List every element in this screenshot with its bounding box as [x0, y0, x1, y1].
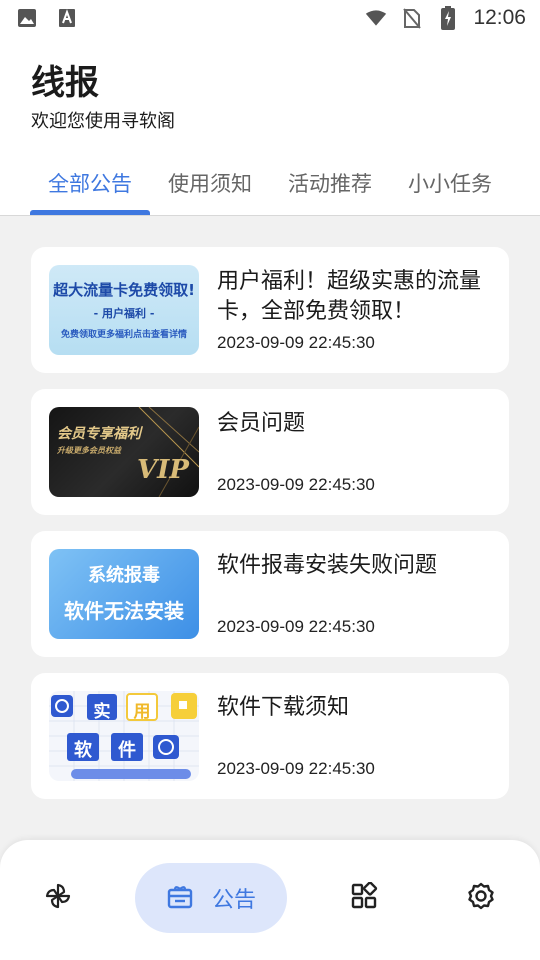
notice-date: 2023-09-09 22:45:30 [217, 475, 375, 494]
notice-title: 软件下载须知 [217, 695, 350, 720]
notice-title: 用户福利！超级实惠的流量卡，全部免费领取！ [217, 269, 482, 324]
no-sim-icon [401, 7, 423, 29]
nav-apps[interactable] [334, 863, 394, 933]
notice-card[interactable]: 系统报毒 软件无法安装 软件报毒安装失败问题 2023-09-09 22:45:… [31, 531, 509, 657]
tab-bar: 全部公告 使用须知 活动推荐 小小任务 [0, 160, 540, 216]
apps-grid-icon [350, 881, 378, 914]
wifi-icon [365, 7, 387, 29]
thumbnail-text: 软件无法安装 [64, 599, 184, 623]
notice-card[interactable]: 实 用 软 件 软件下载须知 2023-09-09 22:45:30 [31, 673, 509, 799]
notice-card[interactable]: 会员专享福利 升级更多会员权益 VIP 会员问题 2023-09-09 22:4… [31, 389, 509, 515]
notice-title: 软件报毒安装失败问题 [217, 553, 438, 578]
notice-thumbnail: 超大流量卡免费领取! - 用户福利 - 免费领取更多福利点击查看详情 [49, 265, 199, 355]
thumbnail-text: 系统报毒 [88, 565, 160, 586]
nav-settings[interactable] [451, 863, 511, 933]
status-time: 12:06 [473, 6, 526, 29]
thumbnail-text: 免费领取更多福利点击查看详情 [60, 330, 187, 340]
notice-date: 2023-09-09 22:45:30 [217, 333, 375, 352]
thumbnail-text: 超大流量卡免费领取! [53, 281, 195, 299]
thumbnail-text: VIP [137, 455, 189, 485]
thumbnail-text: 实 [93, 702, 111, 722]
notice-date: 2023-09-09 22:45:30 [217, 759, 375, 778]
nav-home[interactable] [28, 863, 88, 933]
status-bar: 12:06 [0, 0, 540, 36]
notice-card[interactable]: 超大流量卡免费领取! - 用户福利 - 免费领取更多福利点击查看详情 用户福利！… [31, 247, 509, 373]
notice-title: 会员问题 [217, 411, 306, 436]
tab-small-tasks[interactable]: 小小任务 [408, 160, 492, 216]
tab-activity-recommend[interactable]: 活动推荐 [288, 160, 372, 216]
thumbnail-text: 件 [118, 740, 136, 761]
tab-all-notices[interactable]: 全部公告 [48, 160, 132, 216]
thumbnail-text: 软 [74, 740, 92, 761]
notice-thumbnail: 实 用 软 件 [49, 691, 199, 781]
top-header-area: 12:06 线报 欢迎您使用寻软阁 全部公告 使用须知 活动推荐 小小任务 [0, 0, 540, 216]
thumbnail-text: - 用户福利 - [93, 307, 155, 320]
font-a-icon [56, 7, 78, 29]
header-divider [0, 215, 540, 216]
thumbnail-text: 用 [133, 702, 151, 722]
notice-date: 2023-09-09 22:45:30 [217, 617, 375, 636]
tab-usage-notes[interactable]: 使用须知 [168, 160, 252, 216]
notice-box-icon [166, 883, 194, 913]
notice-thumbnail: 会员专享福利 升级更多会员权益 VIP [49, 407, 199, 497]
page-title: 线报 [31, 63, 99, 103]
page-subtitle: 欢迎您使用寻软阁 [31, 111, 175, 132]
image-icon [16, 7, 38, 29]
notice-thumbnail: 系统报毒 软件无法安装 [49, 549, 199, 639]
nav-notice[interactable]: 公告 [135, 863, 287, 933]
gear-icon [467, 882, 495, 914]
nav-notice-label: 公告 [211, 888, 256, 913]
pinwheel-icon [43, 881, 73, 915]
bottom-nav: 公告 [0, 840, 540, 960]
battery-charging-icon [437, 6, 459, 30]
thumbnail-text: 会员专享福利 [57, 426, 141, 442]
